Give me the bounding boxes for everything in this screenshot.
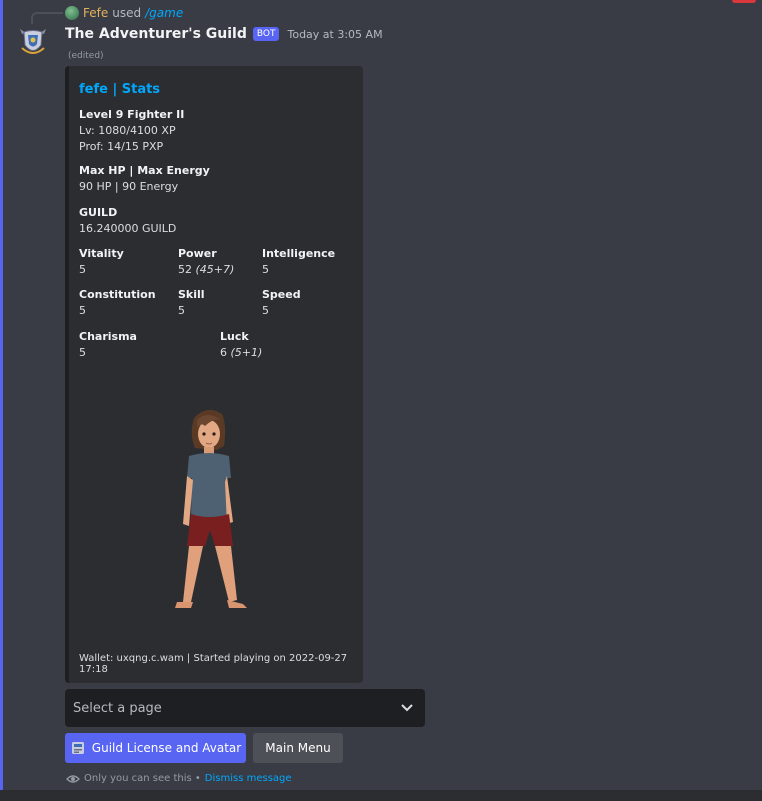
- stat-value: 5: [79, 304, 86, 317]
- main-menu-label: Main Menu: [265, 741, 331, 755]
- stat-power: Power 52 (45+7): [178, 246, 234, 278]
- guild-value: 16.240000 GUILD: [79, 222, 177, 235]
- reply-username[interactable]: Fefe: [83, 6, 108, 20]
- stat-name: Luck: [220, 330, 249, 343]
- page-select-placeholder: Select a page: [73, 700, 162, 716]
- stat-intelligence: Intelligence 5: [262, 246, 335, 278]
- chevron-down-icon[interactable]: [401, 704, 413, 712]
- dismiss-message-link[interactable]: Dismiss message: [205, 773, 292, 784]
- bot-username[interactable]: The Adventurer's Guild: [65, 26, 247, 42]
- stat-name: Skill: [178, 288, 205, 301]
- stat-value-breakdown: (5+1): [230, 346, 263, 359]
- bot-badge: BOT: [252, 27, 280, 41]
- stat-value-breakdown: (45+7): [195, 263, 235, 276]
- ephemeral-text: Only you can see this •: [84, 773, 201, 784]
- stat-value: 5: [79, 346, 86, 359]
- stat-name: Constitution: [79, 288, 156, 301]
- stat-vitality: Vitality 5: [79, 246, 124, 278]
- message-header: The Adventurer's Guild BOT Today at 3:05…: [65, 26, 383, 42]
- guild-license-label: Guild License and Avatar: [91, 741, 242, 755]
- character-avatar: [175, 409, 247, 608]
- reply-action: used: [112, 6, 142, 20]
- stat-value: 6 (5+1): [220, 345, 262, 361]
- stat-luck: Luck 6 (5+1): [220, 329, 262, 361]
- stats-embed: fefe | Stats Level 9 Fighter II Lv: 1080…: [65, 66, 363, 683]
- stat-name: Charisma: [79, 330, 137, 343]
- reply-avatar-icon[interactable]: [65, 6, 79, 20]
- stat-charisma: Charisma 5: [79, 329, 137, 361]
- eye-icon: [66, 774, 80, 783]
- stat-name: Vitality: [79, 247, 124, 260]
- maxhp-value: 90 HP | 90 Energy: [79, 180, 179, 193]
- stat-constitution: Constitution 5: [79, 287, 156, 319]
- stat-name: Power: [178, 247, 217, 260]
- message-timestamp[interactable]: Today at 3:05 AM: [287, 28, 382, 41]
- message-highlight-bar: [0, 0, 3, 790]
- guild-name: GUILD: [79, 206, 118, 219]
- reply-connector: [31, 12, 63, 24]
- page-select[interactable]: Select a page: [65, 689, 425, 727]
- embed-footer: Wallet: uxqng.c.wam | Started playing on…: [79, 653, 348, 675]
- stat-speed: Speed 5: [262, 287, 301, 319]
- guild-crest-icon[interactable]: [18, 28, 48, 58]
- maxhp-field: Max HP | Max Energy 90 HP | 90 Energy: [79, 163, 210, 195]
- bottom-strip: [0, 790, 762, 801]
- stat-name: Speed: [262, 288, 301, 301]
- stat-value: 5: [178, 304, 185, 317]
- license-card-icon: [71, 742, 84, 754]
- embed-title: fefe | Stats: [79, 82, 161, 97]
- stat-skill: Skill 5: [178, 287, 205, 319]
- stat-value-number: 52: [178, 263, 192, 276]
- notification-indicator: [732, 0, 756, 3]
- stat-value: 52 (45+7): [178, 262, 234, 278]
- level-field: Level 9 Fighter II Lv: 1080/4100 XP Prof…: [79, 107, 184, 155]
- level-xp: Lv: 1080/4100 XP: [79, 124, 176, 137]
- stat-value: 5: [262, 263, 269, 276]
- reply-context[interactable]: Fefe used /game: [65, 5, 183, 21]
- level-name: Level 9 Fighter II: [79, 108, 185, 121]
- guild-license-button[interactable]: Guild License and Avatar: [65, 733, 246, 763]
- main-menu-button[interactable]: Main Menu: [253, 733, 343, 763]
- stat-name: Intelligence: [262, 247, 336, 260]
- reply-command[interactable]: /game: [145, 6, 183, 20]
- ephemeral-notice: Only you can see this • Dismiss message: [66, 773, 292, 784]
- level-pxp: Prof: 14/15 PXP: [79, 140, 164, 153]
- stat-value-number: 6: [220, 346, 227, 359]
- maxhp-name: Max HP | Max Energy: [79, 164, 210, 177]
- guild-field: GUILD 16.240000 GUILD: [79, 205, 176, 237]
- stat-value: 5: [262, 304, 269, 317]
- edited-label: (edited): [68, 51, 104, 61]
- stat-value: 5: [79, 263, 86, 276]
